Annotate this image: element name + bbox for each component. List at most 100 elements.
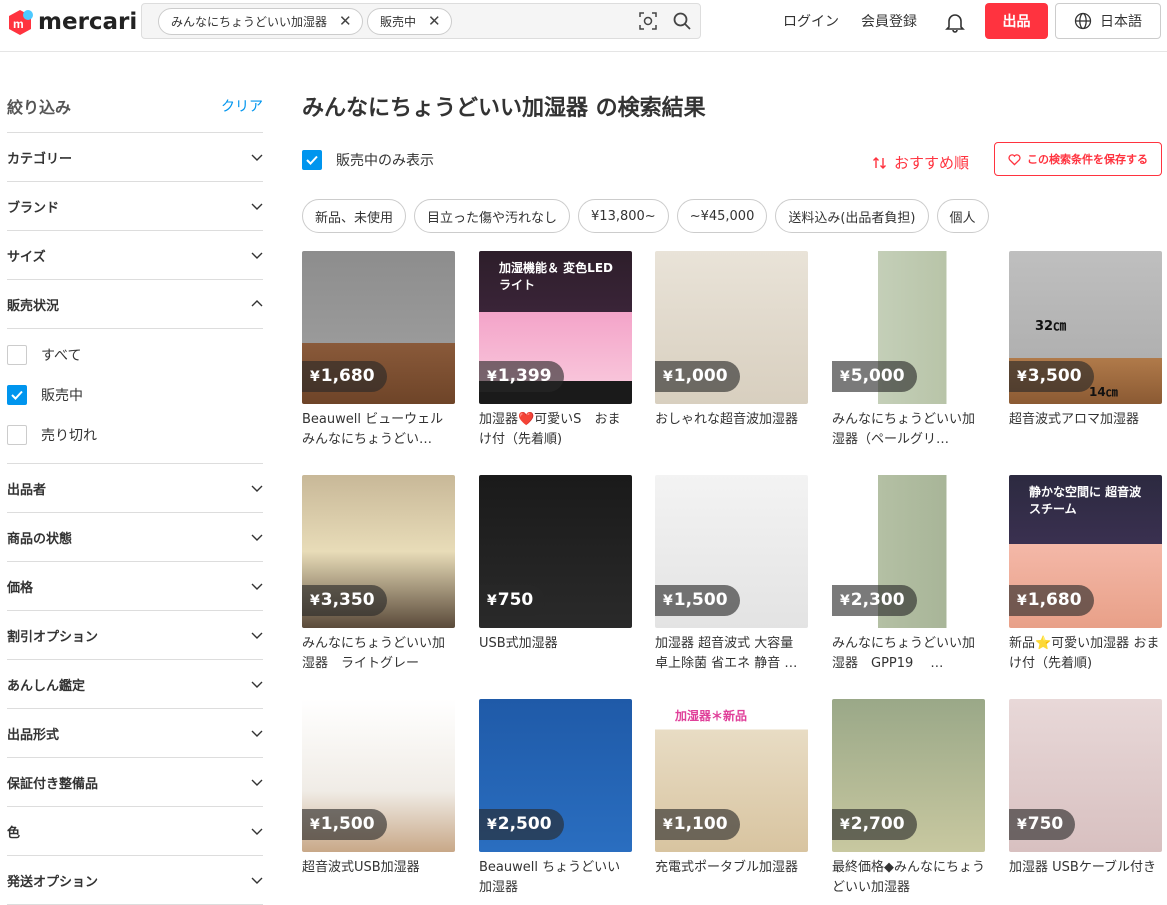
item-thumbnail[interactable]: ¥1,500: [655, 475, 808, 628]
item-card[interactable]: 加湿機能＆ 変色LEDライト ¥1,399 加湿器❤️可愛いS おまけ付（先着順): [479, 251, 632, 450]
filter-chip-row: 新品、未使用 目立った傷や汚れなし ¥13,800~ ~¥45,000 送料込み(出品者…: [302, 199, 989, 233]
login-link[interactable]: ログイン: [783, 11, 839, 31]
search-chip-keyword[interactable]: みんなにちょうどいい加湿器 ✕: [158, 8, 363, 35]
filter-chip[interactable]: 新品、未使用: [302, 199, 407, 233]
filter-section[interactable]: 価格: [7, 562, 263, 611]
filter-chip[interactable]: 目立った傷や汚れなし: [414, 199, 571, 233]
item-thumbnail[interactable]: ¥3,350: [302, 475, 455, 628]
item-title[interactable]: 充電式ポータブル加湿器: [655, 858, 808, 898]
image-search-icon[interactable]: [638, 11, 658, 31]
item-thumbnail[interactable]: ¥2,500: [479, 699, 632, 852]
item-title[interactable]: みんなにちょうどいい加湿器 ライトグレー: [302, 634, 455, 674]
item-card[interactable]: ¥2,500 Beauwell ちょうどいい加湿器: [479, 699, 632, 898]
item-thumbnail[interactable]: 加湿機能＆ 変色LEDライト ¥1,399: [479, 251, 632, 404]
item-title[interactable]: みんなにちょうどいい加湿器（ペールグリ…: [832, 410, 985, 450]
save-search-button[interactable]: この検索条件を保存する: [994, 142, 1162, 176]
item-thumbnail[interactable]: ¥2,700: [832, 699, 985, 852]
item-title[interactable]: 超音波式アロマ加湿器: [1009, 410, 1162, 450]
checkbox[interactable]: [7, 385, 27, 405]
clear-filters-link[interactable]: クリア: [221, 96, 263, 116]
item-title[interactable]: USB式加湿器: [479, 634, 632, 674]
signup-link[interactable]: 会員登録: [861, 11, 917, 31]
sort-dropdown[interactable]: おすすめ順: [872, 152, 969, 173]
chevron-down-icon: [251, 828, 263, 835]
close-icon[interactable]: ✕: [428, 14, 441, 29]
item-card[interactable]: ¥2,300 みんなにちょうどいい加湿器 GPP19 …: [832, 475, 985, 674]
item-title[interactable]: 加湿器❤️可愛いS おまけ付（先着順): [479, 410, 632, 450]
item-thumbnail[interactable]: 32㎝ 14㎝ ¥3,500: [1009, 251, 1162, 404]
item-card[interactable]: ¥1,680 Beauwell ビューウェル みんなにちょうどい…: [302, 251, 455, 450]
filter-title: 絞り込み: [7, 98, 72, 117]
item-card[interactable]: ¥3,350 みんなにちょうどいい加湿器 ライトグレー: [302, 475, 455, 674]
item-thumbnail[interactable]: ¥2,300: [832, 475, 985, 628]
filter-chip[interactable]: 個人: [936, 199, 989, 233]
item-card[interactable]: ¥1,000 おしゃれな超音波加湿器: [655, 251, 808, 450]
item-card[interactable]: ¥1,500 超音波式USB加湿器: [302, 699, 455, 898]
item-card[interactable]: 静かな空間に 超音波スチーム ¥1,680 新品⭐️可愛い加湿器 おまけ付（先着順): [1009, 475, 1162, 674]
item-title[interactable]: みんなにちょうどいい加湿器 GPP19 …: [832, 634, 985, 674]
mercari-logo[interactable]: m mercari: [6, 8, 137, 36]
item-thumbnail[interactable]: 加湿器＊新品 ¥1,100: [655, 699, 808, 852]
filter-section[interactable]: サイズ: [7, 231, 263, 280]
item-title[interactable]: 新品⭐️可愛い加湿器 おまけ付（先着順): [1009, 634, 1162, 674]
item-title[interactable]: 最終価格◆みんなにちょうどいい加湿器: [832, 858, 985, 898]
filter-section-label: 価格: [7, 580, 34, 596]
item-card[interactable]: ¥5,000 みんなにちょうどいい加湿器（ペールグリ…: [832, 251, 985, 450]
filter-section-label: 発送オプション: [7, 874, 99, 890]
item-card[interactable]: 加湿器＊新品 ¥1,100 充電式ポータブル加湿器: [655, 699, 808, 898]
filter-section[interactable]: 出品者: [7, 464, 263, 513]
checkbox[interactable]: [7, 425, 27, 445]
item-card[interactable]: ¥1,500 加湿器 超音波式 大容量 卓上除菌 省エネ 静音 …: [655, 475, 808, 674]
filter-section[interactable]: 割引オプション: [7, 611, 263, 660]
item-title[interactable]: Beauwell ちょうどいい加湿器: [479, 858, 632, 898]
filter-section-sale-status[interactable]: 販売状況: [7, 280, 263, 329]
sale-status-option-all[interactable]: すべて: [7, 335, 263, 375]
item-overlay-text: 32㎝: [1035, 319, 1067, 334]
item-thumbnail[interactable]: ¥1,500: [302, 699, 455, 852]
on-sale-only-toggle[interactable]: 販売中のみ表示: [302, 150, 434, 170]
filter-section-label: あんしん鑑定: [7, 678, 86, 694]
item-card[interactable]: ¥750 USB式加湿器: [479, 475, 632, 674]
item-thumbnail[interactable]: ¥1,000: [655, 251, 808, 404]
language-button[interactable]: 日本語: [1055, 3, 1161, 39]
bell-icon[interactable]: [944, 11, 966, 33]
filter-section[interactable]: ブランド: [7, 182, 263, 231]
filter-section[interactable]: 発送オプション: [7, 856, 263, 905]
filter-section[interactable]: あんしん鑑定: [7, 660, 263, 709]
search-icon[interactable]: [672, 11, 692, 31]
item-thumbnail[interactable]: ¥1,680: [302, 251, 455, 404]
filter-section[interactable]: カテゴリー: [7, 133, 263, 182]
chevron-down-icon: [251, 779, 263, 786]
filter-section[interactable]: 色: [7, 807, 263, 856]
filter-section[interactable]: 出品形式: [7, 709, 263, 758]
item-thumbnail[interactable]: ¥750: [479, 475, 632, 628]
item-title[interactable]: 加湿器 超音波式 大容量 卓上除菌 省エネ 静音 …: [655, 634, 808, 674]
item-title[interactable]: おしゃれな超音波加湿器: [655, 410, 808, 450]
checkbox[interactable]: [7, 345, 27, 365]
svg-text:m: m: [13, 17, 24, 31]
item-title[interactable]: 加湿器 USBケーブル付き: [1009, 858, 1162, 898]
search-bar[interactable]: みんなにちょうどいい加湿器 ✕ 販売中 ✕: [141, 3, 701, 39]
item-card[interactable]: ¥750 加湿器 USBケーブル付き: [1009, 699, 1162, 898]
sale-status-option-on-sale[interactable]: 販売中: [7, 375, 263, 415]
sell-button[interactable]: 出品: [985, 3, 1048, 39]
item-price: 1,399: [497, 366, 552, 386]
checkbox[interactable]: [302, 150, 322, 170]
filter-chip[interactable]: 送料込み(出品者負担): [775, 199, 929, 233]
item-thumbnail[interactable]: ¥750: [1009, 699, 1162, 852]
search-chip-status[interactable]: 販売中 ✕: [367, 8, 452, 35]
filter-section[interactable]: 商品の状態: [7, 513, 263, 562]
item-title[interactable]: 超音波式USB加湿器: [302, 858, 455, 898]
item-card[interactable]: 32㎝ 14㎝ ¥3,500 超音波式アロマ加湿器: [1009, 251, 1162, 450]
item-thumbnail[interactable]: ¥5,000: [832, 251, 985, 404]
sale-status-option-sold-out[interactable]: 売り切れ: [7, 415, 263, 455]
item-thumbnail[interactable]: 静かな空間に 超音波スチーム ¥1,680: [1009, 475, 1162, 628]
item-price: 1,100: [673, 814, 728, 834]
filter-chip[interactable]: ~¥45,000: [676, 199, 768, 233]
filter-section[interactable]: 保証付き整備品: [7, 758, 263, 807]
item-price: 5,000: [850, 366, 905, 386]
item-title[interactable]: Beauwell ビューウェル みんなにちょうどい…: [302, 410, 455, 450]
item-card[interactable]: ¥2,700 最終価格◆みんなにちょうどいい加湿器: [832, 699, 985, 898]
close-icon[interactable]: ✕: [339, 14, 352, 29]
filter-chip[interactable]: ¥13,800~: [578, 199, 669, 233]
